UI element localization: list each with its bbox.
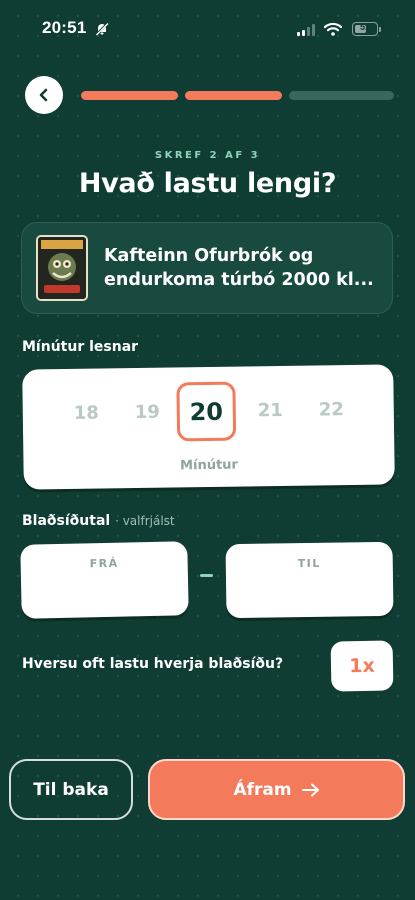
cellular-signal-icon xyxy=(297,24,315,36)
bell-muted-icon xyxy=(95,22,109,36)
minutes-option[interactable]: 18 xyxy=(74,403,99,424)
next-button[interactable]: Áfram xyxy=(148,759,405,820)
minutes-picker[interactable]: 18 19 20 21 22 Mínútur xyxy=(22,364,395,490)
repeat-label: Hversu oft lastu hverja blaðsíðu? xyxy=(22,656,284,672)
minutes-option[interactable]: 22 xyxy=(319,399,344,420)
book-card[interactable]: Kafteinn Ofurbrók og endurkoma túrbó 200… xyxy=(21,222,393,314)
progress-step-3 xyxy=(289,91,394,100)
battery-level-text: 51 xyxy=(359,22,370,32)
book-title: Kafteinn Ofurbrók og endurkoma túrbó 200… xyxy=(104,244,386,292)
pages-label-text: Blaðsíðutal xyxy=(22,513,111,529)
wifi-icon xyxy=(324,22,342,36)
arrow-right-icon xyxy=(301,783,319,796)
battery-icon: 51 xyxy=(352,22,378,36)
minutes-option[interactable]: 21 xyxy=(258,400,283,421)
status-bar: 20:51 51 xyxy=(0,0,415,60)
page-from-label: FRÁ xyxy=(89,556,119,571)
back-text-button[interactable]: Til baka xyxy=(9,759,133,820)
step-label: SKREF 2 AF 3 xyxy=(154,150,261,161)
book-title-line-1: Kafteinn Ofurbrók og xyxy=(104,246,314,266)
page-to-input[interactable]: TIL xyxy=(225,541,394,619)
book-title-line-2: endurkoma túrbó 2000 kl... xyxy=(104,270,374,290)
book-cover-image xyxy=(36,235,88,301)
page-to-label: TIL xyxy=(297,556,321,571)
minutes-label: Mínútur lesnar xyxy=(22,339,139,355)
minutes-unit-label: Mínútur xyxy=(180,457,239,474)
pages-optional-text: · valfrjálst xyxy=(115,514,175,528)
repeat-count-button[interactable]: 1x xyxy=(330,640,394,692)
page-from-input[interactable]: FRÁ xyxy=(20,541,189,619)
progress-step-1 xyxy=(81,91,178,100)
page-title: Hvað lastu lengi? xyxy=(78,168,337,199)
battery-tip xyxy=(379,27,381,32)
range-dash xyxy=(200,574,213,577)
progress-step-2 xyxy=(185,91,282,100)
back-button[interactable] xyxy=(25,76,63,114)
minutes-option[interactable]: 19 xyxy=(135,402,160,423)
back-text-button-label: Til baka xyxy=(33,779,109,800)
chevron-left-icon xyxy=(39,88,48,102)
pages-label: Blaðsíðutal · valfrjálst xyxy=(22,513,175,529)
next-button-label: Áfram xyxy=(233,779,292,800)
status-time: 20:51 xyxy=(42,18,87,37)
minutes-selected-option[interactable]: 20 xyxy=(176,381,237,442)
